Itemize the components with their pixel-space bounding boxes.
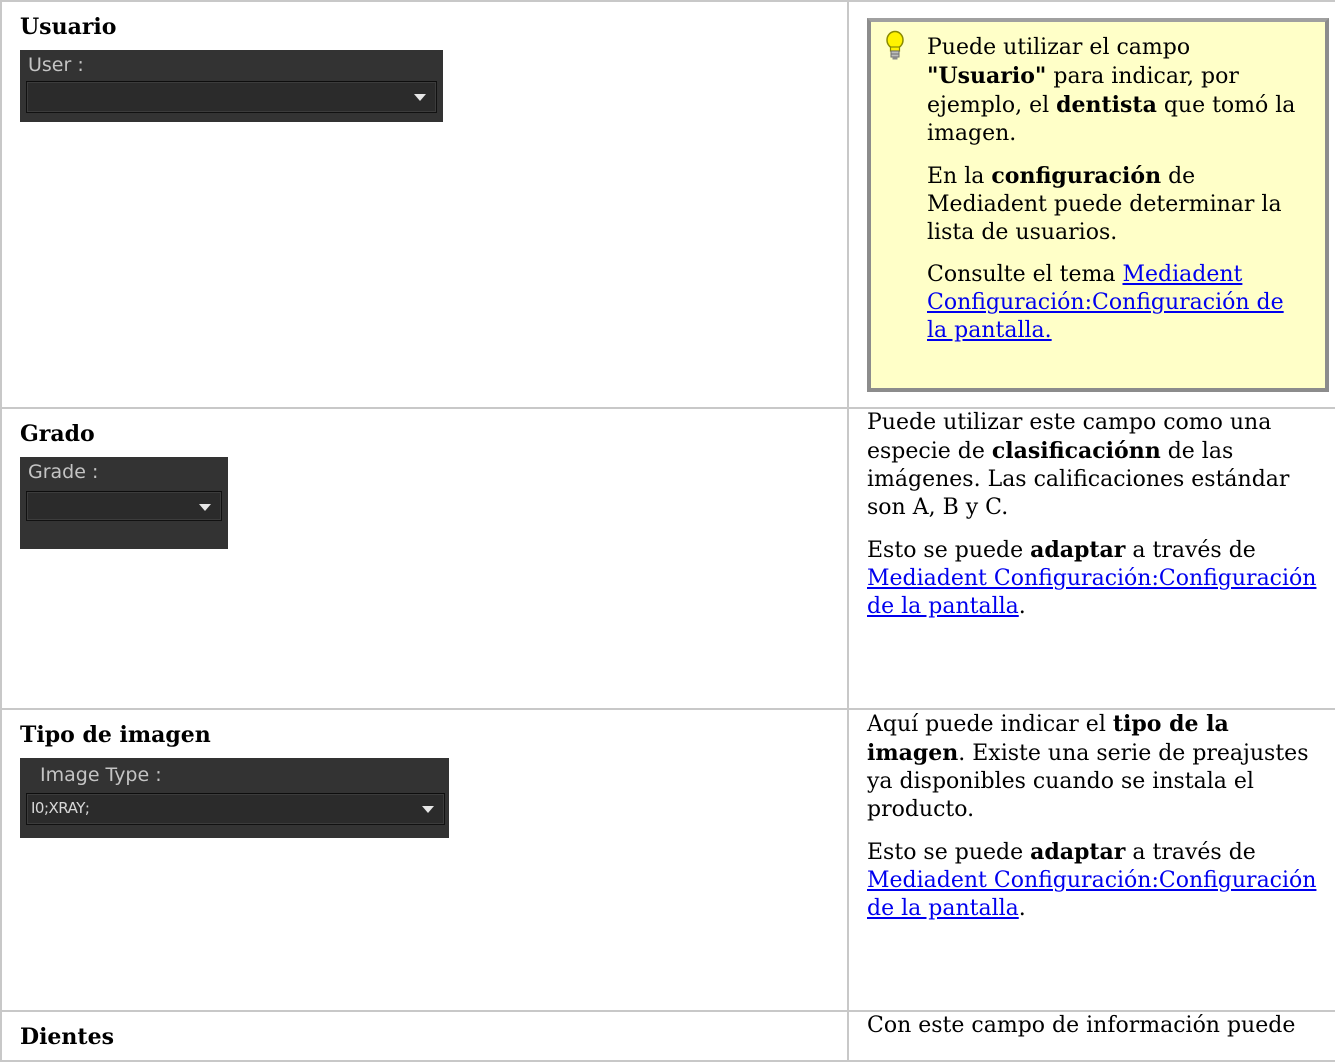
field-cell: Usuario User : — [0, 0, 849, 409]
field-heading: Usuario — [20, 14, 117, 40]
description-cell: Aquí puede indicar el tipo de la imagen.… — [847, 708, 1335, 1012]
field-heading: Tipo de imagen — [20, 722, 211, 748]
user-dropdown[interactable] — [26, 81, 437, 114]
description-paragraph: Puede utilizar este campo como una espec… — [867, 410, 1290, 520]
table-row: Usuario User : Puede utilizar el campo " — [0, 0, 1335, 409]
image-type-dropdown-label: Image Type : — [40, 764, 162, 787]
image-type-dropdown[interactable]: I0;XRAY; — [26, 793, 445, 826]
description-paragraph: Con este campo de información puede — [867, 1013, 1296, 1038]
table-row: Grado Grade : Puede utilizar este campo … — [0, 407, 1335, 710]
field-cell: Tipo de imagen Image Type : I0;XRAY; — [0, 708, 849, 1012]
table-row: Dientes Con este campo de información pu… — [0, 1009, 1335, 1062]
grade-dropdown[interactable] — [26, 491, 222, 522]
lightbulb-icon — [886, 30, 904, 60]
image-type-dropdown-value: I0;XRAY; — [31, 799, 90, 818]
chevron-down-icon[interactable] — [414, 94, 426, 102]
user-dropdown-label: User : — [28, 54, 84, 77]
chevron-down-icon[interactable] — [199, 504, 211, 512]
config-link[interactable]: Mediadent Configuración:Configuración de… — [867, 566, 1316, 619]
note-paragraph: En la configuración de Mediadent puede d… — [927, 163, 1282, 245]
field-cell: Grado Grade : — [0, 407, 849, 710]
field-heading: Grado — [20, 421, 95, 447]
help-table: Usuario User : Puede utilizar el campo " — [0, 0, 1335, 1062]
field-cell: Dientes — [0, 1009, 849, 1062]
description-paragraph: Aquí puede indicar el tipo de la imagen.… — [867, 711, 1309, 822]
field-heading: Dientes — [20, 1024, 114, 1050]
note-paragraph: Consulte el tema Mediadent Configuración… — [927, 262, 1284, 343]
description-paragraph: Esto se puede adaptar a través de Mediad… — [867, 839, 1317, 921]
chevron-down-icon[interactable] — [422, 806, 434, 814]
note-paragraph: Puede utilizar el campo "Usuario" para i… — [927, 35, 1296, 146]
tip-note: Puede utilizar el campo "Usuario" para i… — [867, 18, 1329, 392]
image-type-dropdown-widget: Image Type : I0;XRAY; — [20, 758, 449, 839]
grade-dropdown-widget: Grade : — [20, 457, 228, 550]
description-cell: Puede utilizar este campo como una espec… — [847, 407, 1335, 710]
description-cell: Puede utilizar el campo "Usuario" para i… — [847, 0, 1335, 409]
description-cell: Con este campo de información puede — [847, 1009, 1335, 1062]
user-dropdown-widget: User : — [20, 50, 443, 123]
config-link[interactable]: Mediadent Configuración:Configuración de… — [867, 868, 1316, 921]
grade-dropdown-label: Grade : — [28, 461, 99, 484]
table-row: Tipo de imagen Image Type : I0;XRAY; Aqu… — [0, 708, 1335, 1012]
description-paragraph: Esto se puede adaptar a través de Mediad… — [867, 537, 1317, 619]
